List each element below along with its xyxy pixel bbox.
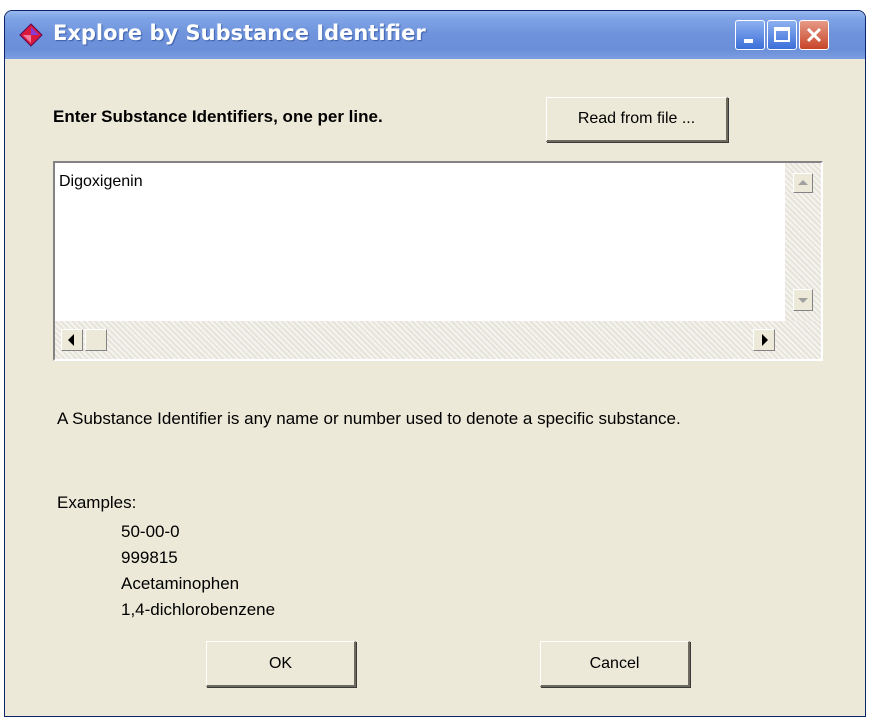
- arrow-right-icon: [762, 334, 768, 346]
- horizontal-scroll-thumb[interactable]: [85, 329, 107, 351]
- arrow-left-icon: [68, 334, 74, 346]
- example-item: 1,4-dichlorobenzene: [121, 600, 276, 619]
- examples-list: 50-00-0 999815 Acetaminophen 1,4-dichlor…: [121, 519, 275, 623]
- vertical-scrollbar[interactable]: [785, 163, 821, 321]
- window-title: Explore by Substance Identifier: [53, 21, 426, 45]
- example-item: 999815: [121, 548, 178, 567]
- dialog-window: Explore by Substance Identifier Enter Su…: [4, 10, 866, 717]
- arrow-up-icon: [798, 180, 808, 185]
- description-text: A Substance Identifier is any name or nu…: [57, 409, 681, 428]
- horizontal-scrollbar[interactable]: [55, 321, 821, 359]
- example-item: Acetaminophen: [121, 574, 240, 593]
- instruction-label: Enter Substance Identifiers, one per lin…: [53, 107, 383, 126]
- identifiers-textarea[interactable]: Digoxigenin: [53, 161, 823, 361]
- ok-button[interactable]: OK: [206, 641, 356, 687]
- minimize-icon: [744, 39, 753, 43]
- close-icon: [806, 27, 822, 43]
- read-from-file-button[interactable]: Read from file ...: [546, 97, 728, 142]
- examples-heading: Examples:: [57, 493, 137, 512]
- maximize-button[interactable]: [767, 20, 797, 50]
- scroll-right-button[interactable]: [753, 329, 775, 351]
- textarea-value: Digoxigenin: [59, 173, 143, 190]
- maximize-icon: [774, 27, 790, 42]
- scroll-up-button[interactable]: [793, 173, 813, 193]
- minimize-button[interactable]: [735, 20, 765, 50]
- cancel-button[interactable]: Cancel: [540, 641, 690, 687]
- title-bar[interactable]: Explore by Substance Identifier: [5, 11, 865, 59]
- diamond-app-icon: [19, 23, 43, 47]
- arrow-down-icon: [798, 298, 808, 303]
- scroll-left-button[interactable]: [61, 329, 83, 351]
- example-item: 50-00-0: [121, 522, 180, 541]
- scroll-down-button[interactable]: [793, 289, 813, 311]
- close-button[interactable]: [799, 20, 829, 50]
